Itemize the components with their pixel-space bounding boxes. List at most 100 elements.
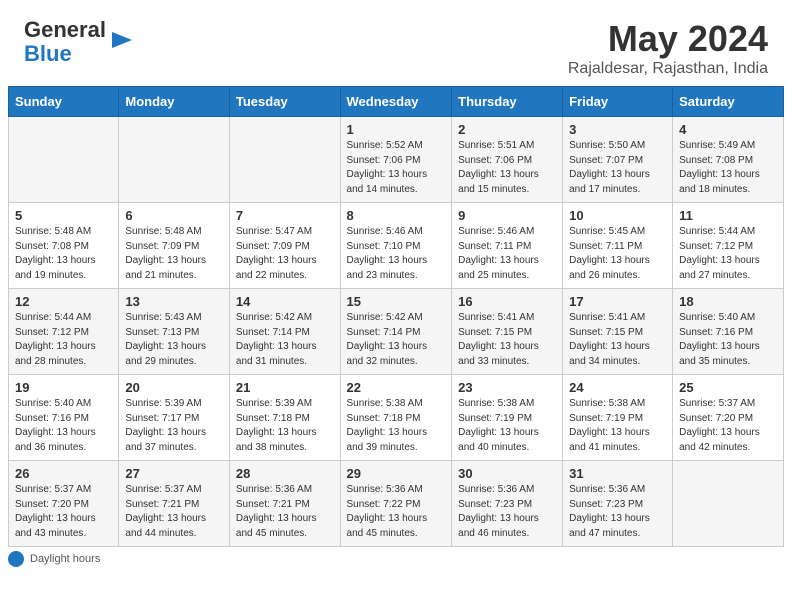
day-number: 1	[347, 122, 446, 137]
calendar-cell: 2 Sunrise: 5:51 AM Sunset: 7:06 PM Daylig…	[452, 117, 563, 203]
calendar-cell: 4 Sunrise: 5:49 AM Sunset: 7:08 PM Daylig…	[673, 117, 784, 203]
day-info: Sunrise: 5:46 AM Sunset: 7:11 PM Dayligh…	[458, 225, 556, 283]
day-info: Sunrise: 5:46 AM Sunset: 7:10 PM Dayligh…	[347, 225, 446, 283]
calendar-cell: 7 Sunrise: 5:47 AM Sunset: 7:09 PM Daylig…	[229, 203, 340, 289]
day-number: 29	[347, 466, 446, 481]
day-info: Sunrise: 5:40 AM Sunset: 7:16 PM Dayligh…	[679, 311, 777, 369]
calendar-cell	[229, 117, 340, 203]
day-info: Sunrise: 5:48 AM Sunset: 7:08 PM Dayligh…	[15, 225, 112, 283]
calendar-table: SundayMondayTuesdayWednesdayThursdayFrid…	[8, 86, 784, 547]
calendar-cell: 22 Sunrise: 5:38 AM Sunset: 7:18 PM Dayli…	[340, 375, 452, 461]
day-info: Sunrise: 5:37 AM Sunset: 7:20 PM Dayligh…	[679, 397, 777, 455]
col-header-monday: Monday	[119, 87, 230, 117]
day-info: Sunrise: 5:51 AM Sunset: 7:06 PM Dayligh…	[458, 139, 556, 197]
day-number: 12	[15, 294, 112, 309]
day-info: Sunrise: 5:41 AM Sunset: 7:15 PM Dayligh…	[569, 311, 666, 369]
calendar-cell: 21 Sunrise: 5:39 AM Sunset: 7:18 PM Dayli…	[229, 375, 340, 461]
calendar-cell: 11 Sunrise: 5:44 AM Sunset: 7:12 PM Dayli…	[673, 203, 784, 289]
page-header: General Blue May 2024 Rajaldesar, Rajast…	[0, 0, 792, 86]
day-number: 4	[679, 122, 777, 137]
day-info: Sunrise: 5:36 AM Sunset: 7:21 PM Dayligh…	[236, 483, 334, 541]
calendar-cell: 1Sunrise: 5:52 AM Sunset: 7:06 PM Daylig…	[340, 117, 452, 203]
calendar-cell: 29 Sunrise: 5:36 AM Sunset: 7:22 PM Dayli…	[340, 461, 452, 547]
day-info: Sunrise: 5:50 AM Sunset: 7:07 PM Dayligh…	[569, 139, 666, 197]
day-number: 21	[236, 380, 334, 395]
day-info: Sunrise: 5:45 AM Sunset: 7:11 PM Dayligh…	[569, 225, 666, 283]
day-info: Sunrise: 5:49 AM Sunset: 7:08 PM Dayligh…	[679, 139, 777, 197]
day-info: Sunrise: 5:44 AM Sunset: 7:12 PM Dayligh…	[679, 225, 777, 283]
day-info: Sunrise: 5:39 AM Sunset: 7:18 PM Dayligh…	[236, 397, 334, 455]
day-number: 25	[679, 380, 777, 395]
calendar-footer: Daylight hours	[0, 547, 792, 575]
day-info: Sunrise: 5:37 AM Sunset: 7:21 PM Dayligh…	[125, 483, 223, 541]
day-number: 28	[236, 466, 334, 481]
calendar-cell	[119, 117, 230, 203]
calendar-cell: 15 Sunrise: 5:42 AM Sunset: 7:14 PM Dayli…	[340, 289, 452, 375]
day-info: Sunrise: 5:42 AM Sunset: 7:14 PM Dayligh…	[347, 311, 446, 369]
day-number: 31	[569, 466, 666, 481]
day-number: 22	[347, 380, 446, 395]
col-header-saturday: Saturday	[673, 87, 784, 117]
day-info: Sunrise: 5:44 AM Sunset: 7:12 PM Dayligh…	[15, 311, 112, 369]
day-info: Sunrise: 5:39 AM Sunset: 7:17 PM Dayligh…	[125, 397, 223, 455]
calendar-cell: 10 Sunrise: 5:45 AM Sunset: 7:11 PM Dayli…	[563, 203, 673, 289]
calendar-cell	[9, 117, 119, 203]
day-number: 8	[347, 208, 446, 223]
calendar-cell: 6Sunrise: 5:48 AM Sunset: 7:09 PM Daylig…	[119, 203, 230, 289]
calendar-cell: 31 Sunrise: 5:36 AM Sunset: 7:23 PM Dayli…	[563, 461, 673, 547]
day-number: 6	[125, 208, 223, 223]
logo: General Blue	[24, 18, 136, 66]
col-header-thursday: Thursday	[452, 87, 563, 117]
col-header-wednesday: Wednesday	[340, 87, 452, 117]
day-number: 18	[679, 294, 777, 309]
day-info: Sunrise: 5:42 AM Sunset: 7:14 PM Dayligh…	[236, 311, 334, 369]
title-block: May 2024 Rajaldesar, Rajasthan, India	[568, 18, 768, 78]
day-info: Sunrise: 5:38 AM Sunset: 7:18 PM Dayligh…	[347, 397, 446, 455]
day-info: Sunrise: 5:47 AM Sunset: 7:09 PM Dayligh…	[236, 225, 334, 283]
day-number: 3	[569, 122, 666, 137]
day-info: Sunrise: 5:36 AM Sunset: 7:23 PM Dayligh…	[569, 483, 666, 541]
calendar-cell: 14 Sunrise: 5:42 AM Sunset: 7:14 PM Dayli…	[229, 289, 340, 375]
day-number: 7	[236, 208, 334, 223]
col-header-tuesday: Tuesday	[229, 87, 340, 117]
calendar-cell: 25 Sunrise: 5:37 AM Sunset: 7:20 PM Dayli…	[673, 375, 784, 461]
day-number: 9	[458, 208, 556, 223]
daylight-label: Daylight hours	[30, 553, 100, 565]
day-info: Sunrise: 5:36 AM Sunset: 7:22 PM Dayligh…	[347, 483, 446, 541]
calendar-cell: 8 Sunrise: 5:46 AM Sunset: 7:10 PM Daylig…	[340, 203, 452, 289]
calendar-cell: 26Sunrise: 5:37 AM Sunset: 7:20 PM Dayli…	[9, 461, 119, 547]
day-info: Sunrise: 5:40 AM Sunset: 7:16 PM Dayligh…	[15, 397, 112, 455]
day-info: Sunrise: 5:41 AM Sunset: 7:15 PM Dayligh…	[458, 311, 556, 369]
location-subtitle: Rajaldesar, Rajasthan, India	[568, 60, 768, 78]
day-number: 11	[679, 208, 777, 223]
daylight-icon	[8, 551, 24, 567]
day-info: Sunrise: 5:36 AM Sunset: 7:23 PM Dayligh…	[458, 483, 556, 541]
calendar-cell: 17Sunrise: 5:41 AM Sunset: 7:15 PM Dayli…	[563, 289, 673, 375]
day-number: 5	[15, 208, 112, 223]
calendar-cell: 28 Sunrise: 5:36 AM Sunset: 7:21 PM Dayli…	[229, 461, 340, 547]
day-info: Sunrise: 5:43 AM Sunset: 7:13 PM Dayligh…	[125, 311, 223, 369]
calendar-cell: 24Sunrise: 5:38 AM Sunset: 7:19 PM Dayli…	[563, 375, 673, 461]
day-number: 2	[458, 122, 556, 137]
day-number: 19	[15, 380, 112, 395]
calendar-cell: 27Sunrise: 5:37 AM Sunset: 7:21 PM Dayli…	[119, 461, 230, 547]
day-number: 16	[458, 294, 556, 309]
day-number: 13	[125, 294, 223, 309]
day-number: 10	[569, 208, 666, 223]
calendar-cell: 19 Sunrise: 5:40 AM Sunset: 7:16 PM Dayli…	[9, 375, 119, 461]
calendar-cell: 12 Sunrise: 5:44 AM Sunset: 7:12 PM Dayli…	[9, 289, 119, 375]
day-number: 30	[458, 466, 556, 481]
day-number: 23	[458, 380, 556, 395]
day-number: 14	[236, 294, 334, 309]
calendar-cell: 23Sunrise: 5:38 AM Sunset: 7:19 PM Dayli…	[452, 375, 563, 461]
calendar-cell: 16 Sunrise: 5:41 AM Sunset: 7:15 PM Dayli…	[452, 289, 563, 375]
month-year-title: May 2024	[568, 18, 768, 60]
day-number: 20	[125, 380, 223, 395]
day-number: 15	[347, 294, 446, 309]
day-info: Sunrise: 5:38 AM Sunset: 7:19 PM Dayligh…	[569, 397, 666, 455]
calendar-cell: 18 Sunrise: 5:40 AM Sunset: 7:16 PM Dayli…	[673, 289, 784, 375]
day-number: 26	[15, 466, 112, 481]
calendar-cell: 9 Sunrise: 5:46 AM Sunset: 7:11 PM Daylig…	[452, 203, 563, 289]
calendar-cell: 30 Sunrise: 5:36 AM Sunset: 7:23 PM Dayli…	[452, 461, 563, 547]
calendar-cell: 13 Sunrise: 5:43 AM Sunset: 7:13 PM Dayli…	[119, 289, 230, 375]
